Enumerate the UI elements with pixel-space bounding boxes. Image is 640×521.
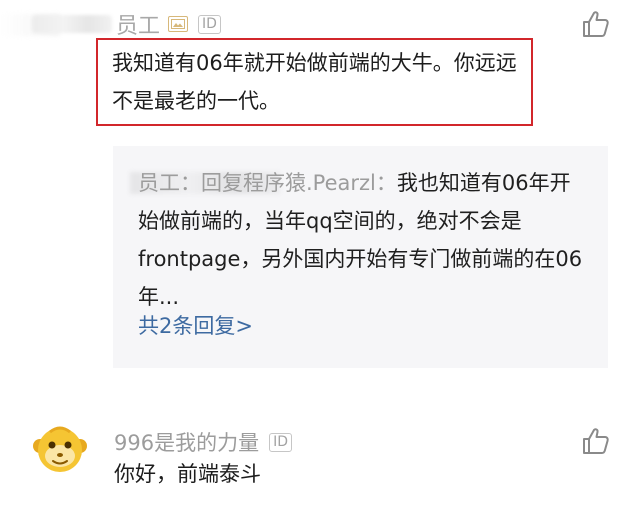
monkey-avatar[interactable]: [32, 422, 88, 478]
like-button[interactable]: [580, 425, 612, 457]
comment-2-text: 你好，前端泰斗: [114, 462, 261, 486]
image-badge-icon: [168, 16, 189, 32]
comment-1-author-name: 员工: [116, 14, 161, 39]
comment-2-author-name: 996是我的力量: [114, 431, 260, 455]
reply-content[interactable]: 员工：回复程序猿.Pearzl：我也知道有06年开始做前端的，当年qq空间的，绝…: [138, 164, 588, 316]
like-button[interactable]: [580, 8, 612, 40]
id-badge: ID: [198, 14, 221, 34]
blurred-username: [32, 15, 112, 33]
comment-2-author[interactable]: 996是我的力量 ID: [114, 428, 293, 456]
comment-thread: 员工 ID 我知道有06年就开始做前端的大牛。你远远不是最老的一代。 员工：回复…: [0, 0, 640, 521]
comment-1-text: 我知道有06年就开始做前端的大牛。你远远不是最老的一代。: [112, 51, 517, 113]
view-replies-link[interactable]: 共2条回复>: [138, 310, 253, 340]
id-badge: ID: [269, 432, 293, 452]
thumbs-up-icon: [583, 428, 609, 454]
reply-prefix: 员工：回复程序猿.Pearzl：: [138, 171, 397, 195]
thumbs-up-icon: [583, 11, 609, 37]
comment-1-author[interactable]: 员工 ID: [32, 8, 221, 40]
